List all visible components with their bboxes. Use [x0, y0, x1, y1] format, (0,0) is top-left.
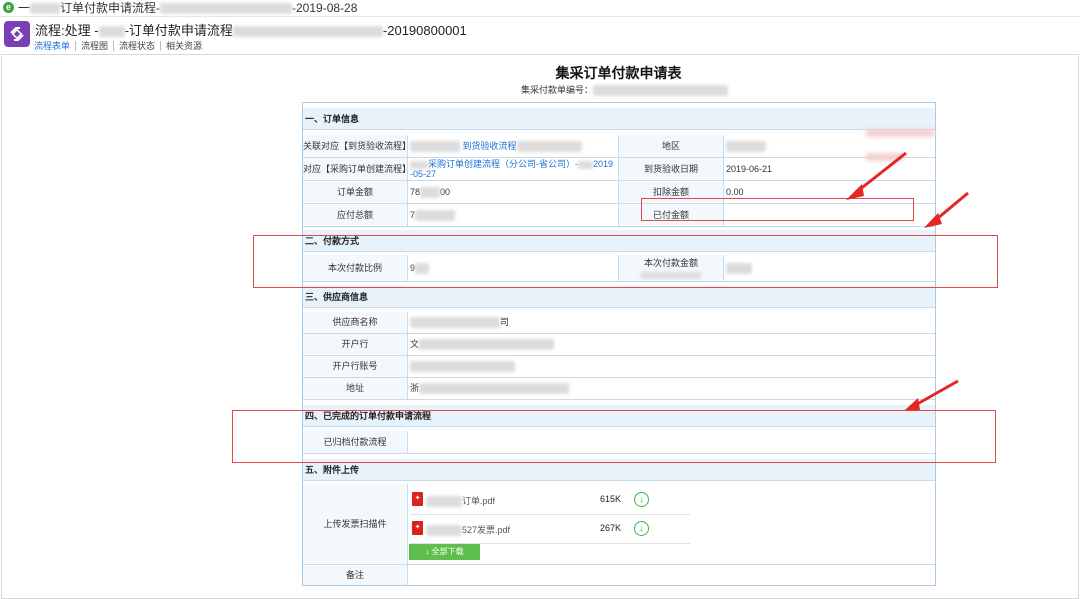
tab-status[interactable]: 流程状态 — [113, 41, 160, 51]
row-account: 开户行账号 — [303, 356, 935, 378]
row-supplier-name: 供应商名称 司 — [303, 312, 935, 334]
region-label: 地区 — [618, 135, 724, 157]
related-po-label: 对应【采购订单创建流程】 — [303, 158, 411, 180]
address-value: 浙 — [408, 378, 935, 399]
tab-resources[interactable]: 相关资源 — [160, 41, 207, 51]
process-tabs: 流程表单 流程图 流程状态 相关资源 — [34, 41, 207, 51]
account-value — [408, 356, 935, 377]
pdf-icon: ✦ — [412, 492, 423, 506]
attachment-size: 267K — [600, 523, 622, 533]
pdf-icon: ✦ — [412, 521, 423, 535]
remark-value[interactable] — [408, 565, 935, 585]
related-po-value[interactable]: 采购订单创建流程（分公司-省公司）- 2019 -05-27 — [408, 158, 618, 180]
annotation-arrow — [924, 191, 969, 228]
section-order-info: 一、订单信息 — [303, 108, 935, 130]
supplier-name-value: 司 — [408, 312, 935, 333]
form-number: 集采付款单编号： — [521, 83, 729, 97]
tab-flowchart[interactable]: 流程图 — [75, 41, 113, 51]
tab-form[interactable]: 流程表单 — [34, 41, 75, 51]
window-title: 一订单付款申请流程- -2019-08-28 — [18, 1, 358, 15]
receipt-date-label: 到货验收日期 — [618, 158, 724, 180]
upload-label: 上传发票扫描件 — [303, 484, 408, 564]
related-receipt-value[interactable]: 到货验收流程 — [408, 135, 618, 157]
row-address: 地址 浙 — [303, 378, 935, 400]
attachment-size: 615K — [600, 494, 622, 504]
redacted-region-mark — [866, 129, 934, 137]
attachment-item[interactable]: ✦ 订单.pdf 615K ↓ — [410, 486, 690, 515]
download-icon[interactable]: ↓ — [634, 492, 649, 507]
order-amount-value: 78 00 — [410, 187, 451, 199]
payable-label: 应付总额 — [303, 204, 408, 226]
attachment-name[interactable]: 527发票.pdf — [426, 523, 510, 537]
remark-label: 备注 — [303, 565, 408, 585]
account-label: 开户行账号 — [303, 356, 408, 377]
form-title: 集采订单付款申请表 — [555, 65, 682, 81]
annotation-box-payment — [253, 235, 998, 288]
download-icon[interactable]: ↓ — [634, 521, 649, 536]
process-logo-icon — [4, 21, 30, 47]
related-receipt-label: 关联对应【到货验收流程】 — [303, 135, 411, 157]
attachment-item[interactable]: ✦ 527发票.pdf 267K ↓ — [410, 515, 690, 544]
row-remark: 备注 — [303, 565, 935, 585]
window-title-bar: e 一订单付款申请流程- -2019-08-28 — [0, 0, 1080, 17]
annotation-arrow — [904, 379, 959, 411]
process-title: 流程:处理 - -订单付款申请流程 -20190800001 — [35, 23, 467, 38]
supplier-name-label: 供应商名称 — [303, 312, 408, 333]
annotation-arrow — [846, 151, 907, 200]
download-all-button[interactable]: ↓ 全部下载 — [409, 544, 480, 560]
browser-icon: e — [3, 2, 14, 13]
bank-value: 文 — [408, 334, 935, 355]
payable-value: 7 — [408, 204, 618, 226]
bank-label: 开户行 — [303, 334, 408, 355]
address-label: 地址 — [303, 378, 408, 399]
section-supplier-info: 三、供应商信息 — [303, 286, 935, 308]
order-amount-label: 订单金额 — [303, 181, 408, 203]
annotation-box-completed — [232, 410, 996, 463]
row-bank: 开户行 文 — [303, 334, 935, 356]
download-arrow-icon: ↓ — [425, 547, 430, 556]
attachment-name[interactable]: 订单.pdf — [426, 494, 495, 508]
process-header: 流程:处理 - -订单付款申请流程 -20190800001 流程表单 流程图 流程状态… — [0, 17, 1080, 53]
